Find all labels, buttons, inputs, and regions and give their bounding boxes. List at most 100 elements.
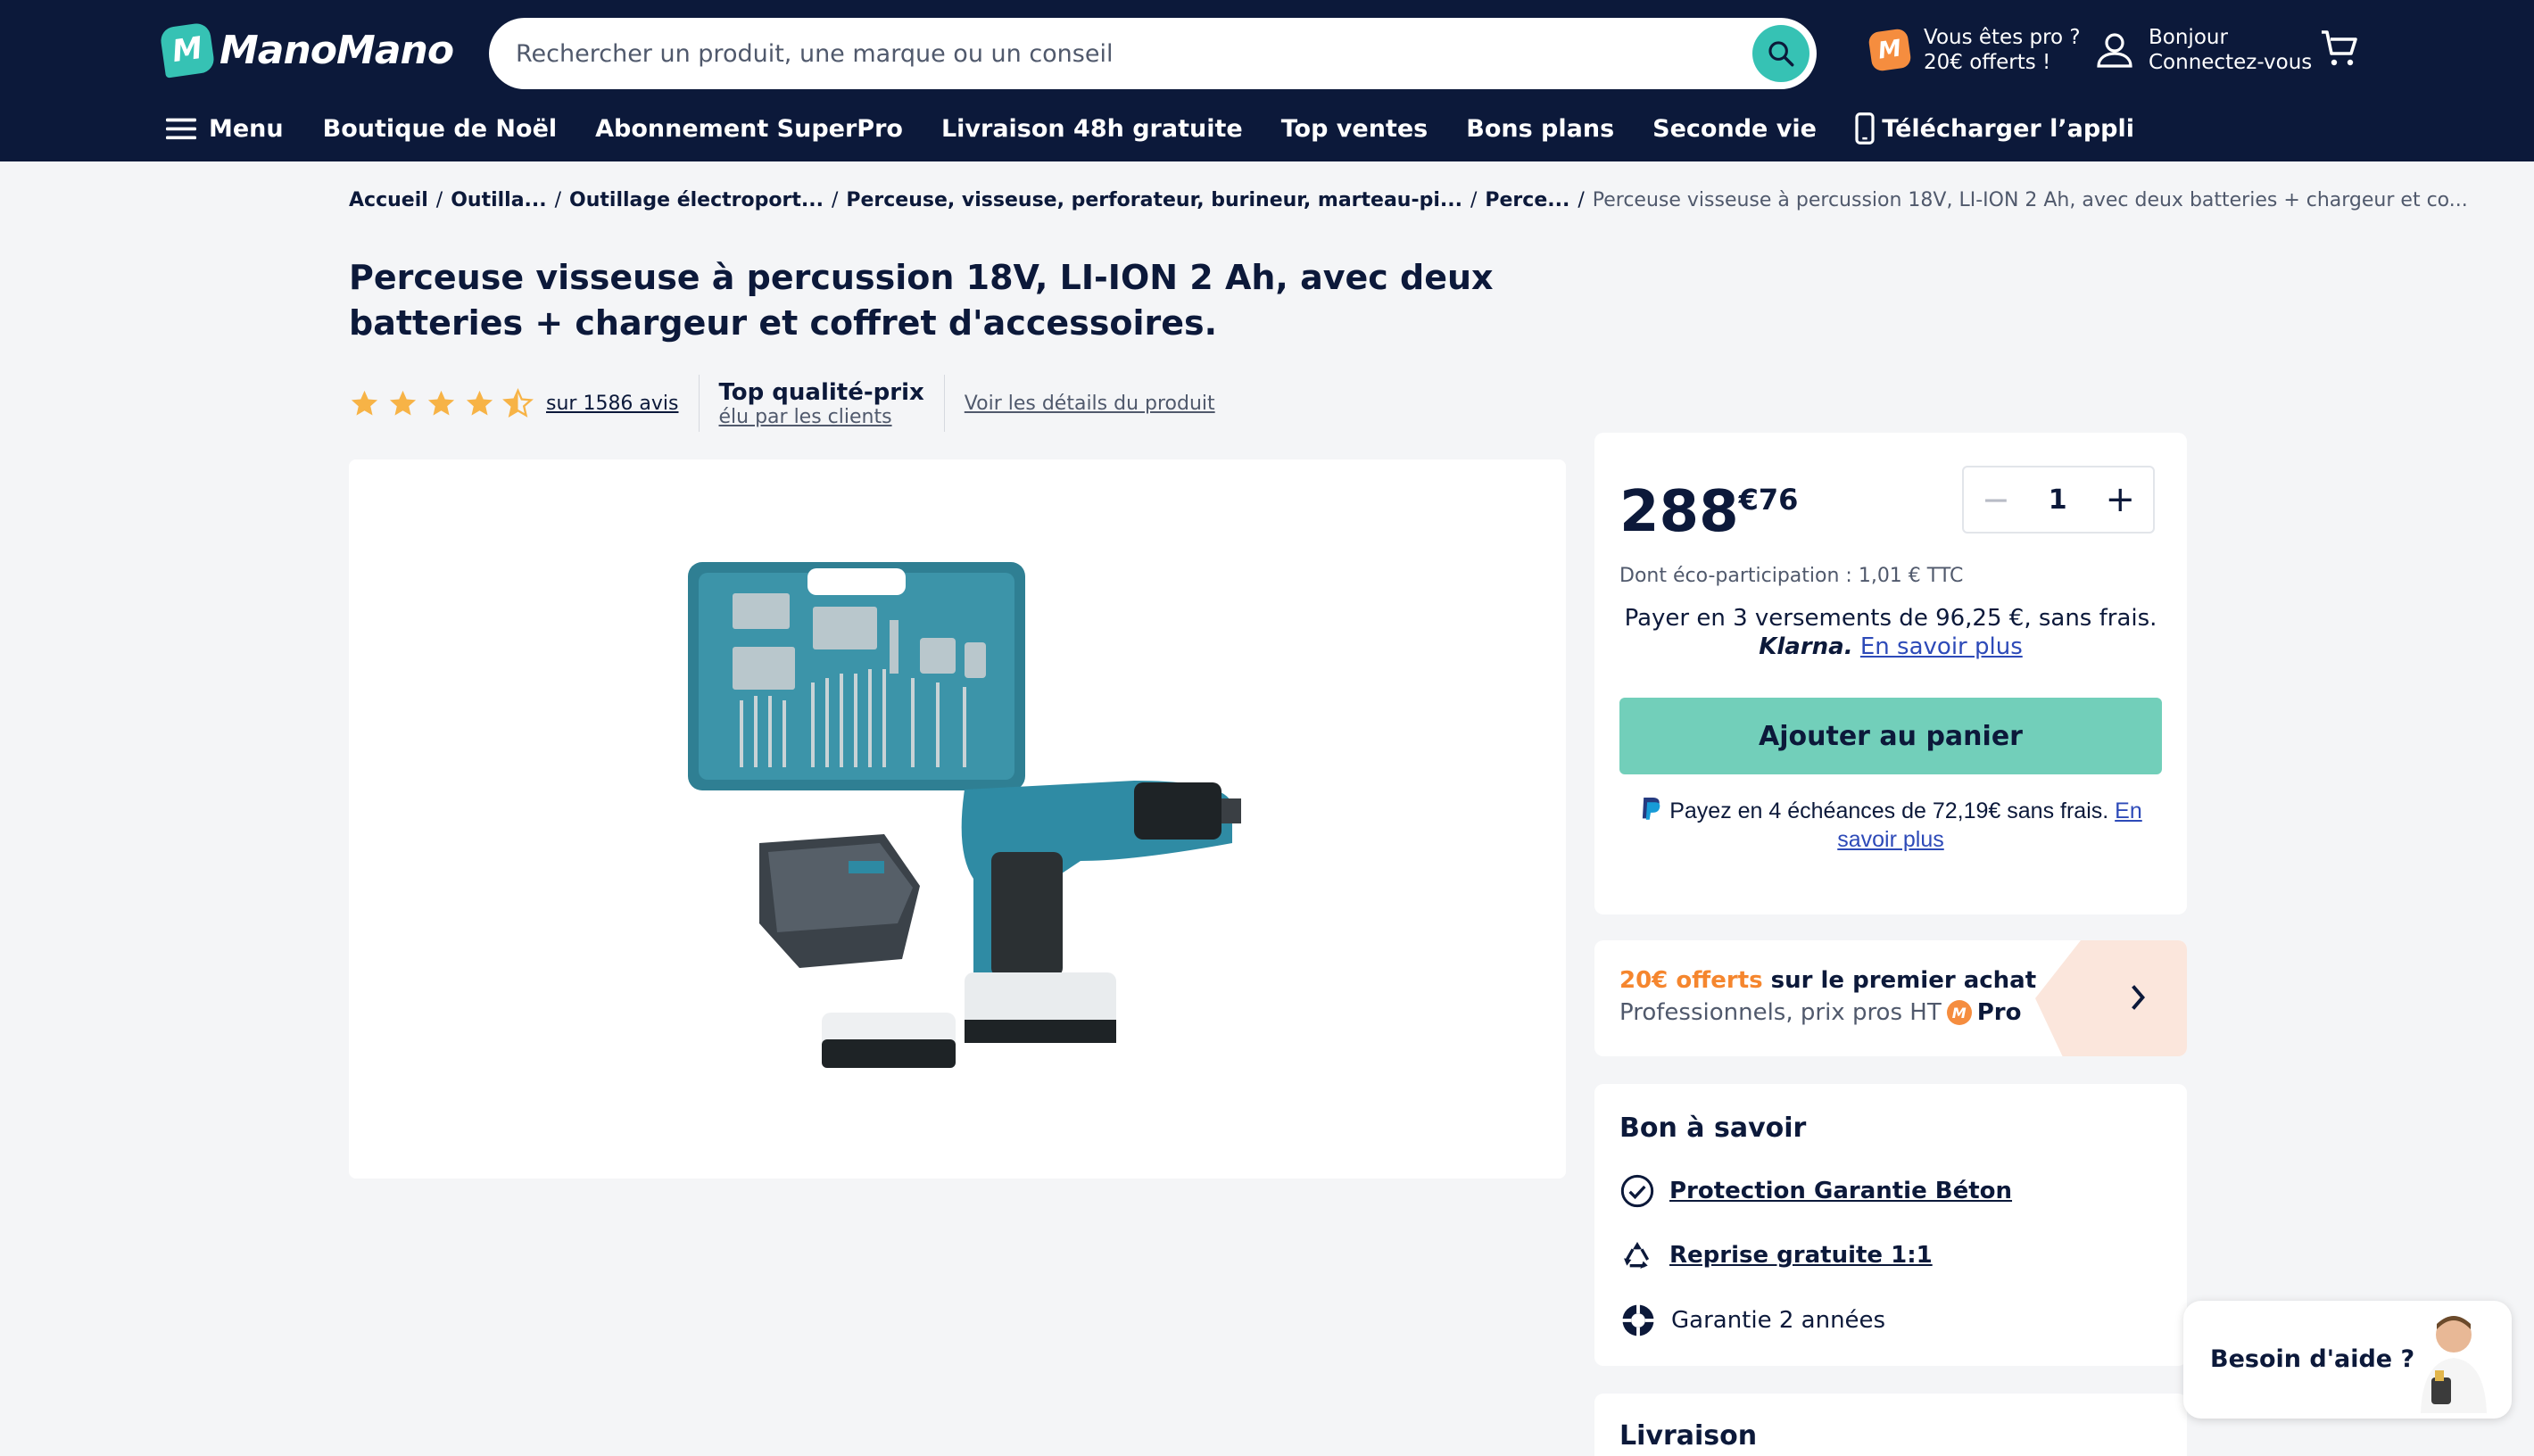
account-greeting: Bonjour xyxy=(2149,26,2228,49)
promo-subtext: Professionnels, prix pros HT xyxy=(1619,999,1942,1026)
nav-item-top-sales[interactable]: Top ventes xyxy=(1281,115,1428,143)
recycle-row: Reprise gratuite 1:1 xyxy=(1619,1237,1933,1273)
warranty-row: Garantie 2 années xyxy=(1619,1302,1885,1339)
help-widget[interactable]: Besoin d'aide ? xyxy=(2183,1301,2512,1419)
quality-title: Top qualité-prix xyxy=(718,378,924,406)
breadcrumb-separator: / xyxy=(1470,189,1478,211)
increase-quantity-button[interactable]: + xyxy=(2105,479,2135,520)
star-icon xyxy=(389,390,417,416)
manomano-logo[interactable]: M ManoMano xyxy=(159,21,454,79)
breadcrumb-item[interactable]: Perce... xyxy=(1485,189,1569,211)
quantity-stepper: − 1 + xyxy=(1962,466,2155,534)
promo-decoration xyxy=(2035,940,2187,1056)
chevron-right-icon xyxy=(2132,985,2146,1010)
help-label: Besoin d'aide ? xyxy=(2210,1345,2415,1373)
warranty-text: Garantie 2 années xyxy=(1671,1307,1886,1334)
breadcrumb-separator: / xyxy=(1578,189,1585,211)
klarna-learn-more-link[interactable]: En savoir plus xyxy=(1860,633,2023,660)
good-to-know-title: Bon à savoir xyxy=(1619,1113,1807,1144)
breadcrumb-separator: / xyxy=(435,189,443,211)
product-image xyxy=(688,562,1241,1068)
check-circle-icon xyxy=(1620,1174,1654,1208)
main-nav: Menu Boutique de Noël Abonnement SuperPr… xyxy=(166,111,1855,146)
menu-label: Menu xyxy=(209,114,284,143)
logo-text: ManoMano xyxy=(219,27,454,73)
klarna-logo: Klarna. xyxy=(1759,633,1853,660)
product-details-link[interactable]: Voir les détails du produit xyxy=(965,393,1215,415)
reviews-link[interactable]: sur 1586 avis xyxy=(546,393,679,415)
star-icon xyxy=(427,390,455,416)
delivery-panel: Livraison xyxy=(1594,1394,2187,1456)
search-button[interactable] xyxy=(1752,25,1809,82)
nav-item-superpro[interactable]: Abonnement SuperPro xyxy=(595,115,903,143)
buy-box: 288€76 − 1 + Dont éco-participation : 1,… xyxy=(1594,433,2187,914)
promo-headline: 20€ offerts sur le premier achat xyxy=(1619,967,2036,994)
star-icon xyxy=(351,390,378,416)
recycle-icon xyxy=(1624,1242,1650,1269)
star-icon xyxy=(466,390,493,416)
divider xyxy=(698,375,700,432)
search-bar xyxy=(489,18,1817,89)
nav-item-deals[interactable]: Bons plans xyxy=(1466,115,1614,143)
site-header: M ManoMano M Vous êtes pro ? 20€ offerts… xyxy=(0,0,2534,161)
rating-row: sur 1586 avis Top qualité-prix élu par l… xyxy=(349,375,1215,432)
paypal-icon xyxy=(1643,798,1660,820)
quality-subtitle[interactable]: élu par les clients xyxy=(719,406,924,428)
price-integer: 288 xyxy=(1619,479,1739,545)
breadcrumb-separator: / xyxy=(554,189,562,211)
quality-badge: Top qualité-prix élu par les clients xyxy=(719,379,924,428)
search-input[interactable] xyxy=(516,18,1676,89)
decrease-quantity-button[interactable]: − xyxy=(1982,480,2010,519)
breadcrumb: Accueil / Outilla... / Outillage électro… xyxy=(349,189,2468,211)
guarantee-row: Protection Garantie Béton xyxy=(1619,1173,2012,1209)
hamburger-icon xyxy=(166,118,196,140)
account-link[interactable]: Bonjour Connectez-vous xyxy=(2093,25,2312,75)
pro-offer[interactable]: M Vous êtes pro ? 20€ offerts ! xyxy=(1867,25,2081,75)
breadcrumb-item[interactable]: Accueil xyxy=(349,189,428,211)
good-to-know-panel: Bon à savoir Protection Garantie Béton R… xyxy=(1594,1084,2187,1366)
app-download-link[interactable]: Télécharger l’appli xyxy=(1855,111,2134,146)
promo-text: sur le premier achat xyxy=(1762,967,2037,994)
klarna-text: Payer en 3 versements de 96,25 €, sans f… xyxy=(1624,605,2157,632)
pro-logo-icon: M xyxy=(1946,1000,1972,1025)
product-image-panel[interactable] xyxy=(349,459,1566,1179)
user-icon xyxy=(2097,33,2132,68)
breadcrumb-separator: / xyxy=(831,189,839,211)
quantity-value[interactable]: 1 xyxy=(2049,484,2067,516)
promo-subline: Professionnels, prix pros HT M Pro xyxy=(1619,999,2021,1026)
breadcrumb-item[interactable]: Outilla... xyxy=(451,189,546,211)
protection-guarantee-link[interactable]: Protection Garantie Béton xyxy=(1669,1178,2012,1204)
klarna-offer: Payer en 3 versements de 96,25 €, sans f… xyxy=(1619,604,2162,661)
pro-badge-icon: M xyxy=(1867,28,1912,72)
pro-offer-line2: 20€ offerts ! xyxy=(1924,51,2051,74)
nav-item-second-life[interactable]: Seconde vie xyxy=(1652,115,1817,143)
eco-participation: Dont éco-participation : 1,01 € TTC xyxy=(1619,565,1964,587)
pro-label: Pro xyxy=(1976,999,2022,1026)
logo-icon: M xyxy=(159,21,216,79)
cart-icon xyxy=(2322,30,2357,66)
product-title: Perceuse visseuse à percussion 18V, LI-I… xyxy=(349,258,1494,343)
promo-amount: 20€ offerts xyxy=(1619,967,1763,994)
paypal-text: Payez en 4 échéances de 72,19€ sans frai… xyxy=(1669,798,2109,823)
support-agent-avatar xyxy=(2421,1316,2487,1413)
price: 288€76 xyxy=(1619,479,1798,545)
delivery-title: Livraison xyxy=(1619,1420,1758,1452)
cart-button[interactable] xyxy=(2318,27,2361,73)
breadcrumb-current: Perceuse visseuse à percussion 18V, LI-I… xyxy=(1592,189,2468,211)
breadcrumb-item[interactable]: Perceuse, visseuse, perforateur, burineu… xyxy=(846,189,1462,211)
price-decimal: €76 xyxy=(1738,483,1799,517)
menu-button[interactable]: Menu xyxy=(166,115,284,143)
breadcrumb-item[interactable]: Outillage électroport... xyxy=(569,189,824,211)
half-star-icon xyxy=(502,387,534,418)
nav-item-delivery[interactable]: Livraison 48h gratuite xyxy=(941,115,1243,143)
free-takeback-link[interactable]: Reprise gratuite 1:1 xyxy=(1669,1242,1933,1269)
divider xyxy=(943,375,945,432)
add-to-cart-button[interactable]: Ajouter au panier xyxy=(1619,698,2162,774)
lifebuoy-icon xyxy=(1622,1304,1654,1336)
phone-icon xyxy=(1855,112,1875,145)
nav-item-christmas[interactable]: Boutique de Noël xyxy=(323,115,558,143)
rating-stars[interactable] xyxy=(349,387,534,419)
pro-promo-banner[interactable]: 20€ offerts sur le premier achat Profess… xyxy=(1594,940,2187,1056)
app-download-label: Télécharger l’appli xyxy=(1882,114,2134,143)
search-icon xyxy=(1768,41,1794,67)
